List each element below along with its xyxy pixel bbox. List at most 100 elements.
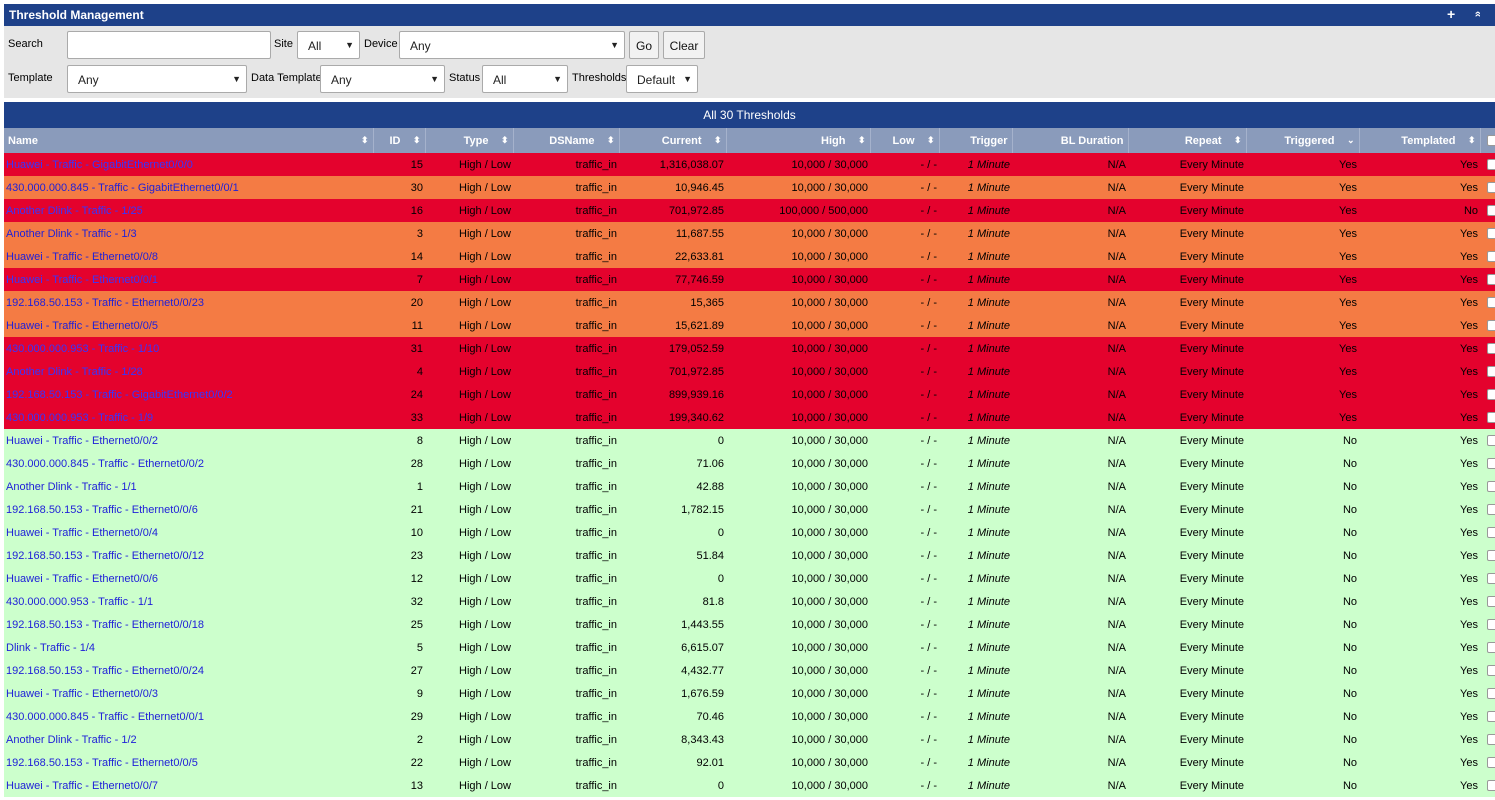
row-checkbox[interactable] bbox=[1487, 320, 1495, 332]
table-row[interactable]: Huawei - Traffic - Ethernet0/0/3 9 High / … bbox=[4, 682, 1495, 705]
threshold-link[interactable]: 192.168.50.153 - Traffic - Ethernet0/0/1… bbox=[6, 619, 204, 631]
threshold-link[interactable]: Another Dlink - Traffic - 1/2 bbox=[6, 734, 137, 746]
column-header-templated[interactable]: Templated ⬍ bbox=[1359, 128, 1481, 153]
table-row[interactable]: 192.168.50.153 - Traffic - Ethernet0/0/1… bbox=[4, 544, 1495, 567]
row-checkbox[interactable] bbox=[1487, 688, 1495, 700]
threshold-link[interactable]: 430.000.000.953 - Traffic - 1/9 bbox=[6, 412, 153, 424]
column-header-name[interactable]: Name ⬍ bbox=[4, 128, 374, 153]
row-checkbox[interactable] bbox=[1487, 205, 1495, 217]
row-checkbox[interactable] bbox=[1487, 734, 1495, 746]
threshold-link[interactable]: Huawei - Traffic - Ethernet0/0/5 bbox=[6, 320, 158, 332]
collapse-icon[interactable]: » bbox=[1472, 11, 1484, 17]
row-checkbox[interactable] bbox=[1487, 573, 1495, 585]
table-row[interactable]: 430.000.000.953 - Traffic - 1/1 32 High / … bbox=[4, 590, 1495, 613]
table-row[interactable]: Dlink - Traffic - 1/4 5 High / Low traffic_… bbox=[4, 636, 1495, 659]
table-row[interactable]: 430.000.000.953 - Traffic - 1/10 31 High /… bbox=[4, 337, 1495, 360]
row-checkbox[interactable] bbox=[1487, 389, 1495, 401]
row-checkbox[interactable] bbox=[1487, 435, 1495, 447]
table-row[interactable]: 430.000.000.953 - Traffic - 1/9 33 High / … bbox=[4, 406, 1495, 429]
row-checkbox[interactable] bbox=[1487, 619, 1495, 631]
column-header-current[interactable]: Current ⬍ bbox=[619, 128, 727, 153]
row-checkbox[interactable] bbox=[1487, 596, 1495, 608]
table-row[interactable]: 192.168.50.153 - Traffic - Ethernet0/0/1… bbox=[4, 613, 1495, 636]
row-checkbox[interactable] bbox=[1487, 274, 1495, 286]
clear-button[interactable]: Clear bbox=[663, 31, 705, 59]
row-checkbox[interactable] bbox=[1487, 228, 1495, 240]
column-header-triggered[interactable]: Triggered ⌄ bbox=[1246, 128, 1360, 153]
row-checkbox[interactable] bbox=[1487, 780, 1495, 792]
table-row[interactable]: 192.168.50.153 - Traffic - Ethernet0/0/2… bbox=[4, 659, 1495, 682]
row-checkbox[interactable] bbox=[1487, 665, 1495, 677]
row-checkbox[interactable] bbox=[1487, 642, 1495, 654]
threshold-link[interactable]: Huawei - Traffic - Ethernet0/0/4 bbox=[6, 527, 158, 539]
table-row[interactable]: Huawei - Traffic - Ethernet0/0/7 13 High /… bbox=[4, 774, 1495, 797]
threshold-link[interactable]: 430.000.000.953 - Traffic - 1/10 bbox=[6, 343, 159, 355]
threshold-link[interactable]: Dlink - Traffic - 1/4 bbox=[6, 642, 95, 654]
threshold-link[interactable]: Another Dlink - Traffic - 1/1 bbox=[6, 481, 137, 493]
row-checkbox[interactable] bbox=[1487, 343, 1495, 355]
threshold-link[interactable]: Huawei - Traffic - Ethernet0/0/3 bbox=[6, 688, 158, 700]
row-checkbox[interactable] bbox=[1487, 159, 1495, 171]
template-select[interactable]: Any ▼ bbox=[67, 65, 247, 93]
table-row[interactable]: 430.000.000.845 - Traffic - Ethernet0/0/… bbox=[4, 452, 1495, 475]
table-row[interactable]: Huawei - Traffic - Ethernet0/0/6 12 High /… bbox=[4, 567, 1495, 590]
search-input[interactable] bbox=[67, 31, 271, 59]
row-checkbox[interactable] bbox=[1487, 297, 1495, 309]
status-select[interactable]: All ▼ bbox=[482, 65, 568, 93]
column-header-repeat[interactable]: Repeat ⬍ bbox=[1128, 128, 1247, 153]
threshold-link[interactable]: Huawei - Traffic - Ethernet0/0/1 bbox=[6, 274, 158, 286]
threshold-link[interactable]: Huawei - Traffic - Ethernet0/0/7 bbox=[6, 780, 158, 792]
row-checkbox[interactable] bbox=[1487, 550, 1495, 562]
table-row[interactable]: Huawei - Traffic - Ethernet0/0/4 10 High /… bbox=[4, 521, 1495, 544]
table-row[interactable]: Another Dlink - Traffic - 1/25 16 High / L… bbox=[4, 199, 1495, 222]
row-checkbox[interactable] bbox=[1487, 527, 1495, 539]
row-checkbox[interactable] bbox=[1487, 458, 1495, 470]
threshold-link[interactable]: 430.000.000.953 - Traffic - 1/1 bbox=[6, 596, 153, 608]
thresholds-select[interactable]: Default ▼ bbox=[626, 65, 698, 93]
table-row[interactable]: Huawei - Traffic - GigabitEthernet0/0/0 1… bbox=[4, 153, 1495, 176]
threshold-link[interactable]: 430.000.000.845 - Traffic - Ethernet0/0/… bbox=[6, 458, 204, 470]
table-row[interactable]: 192.168.50.153 - Traffic - Ethernet0/0/5… bbox=[4, 751, 1495, 774]
column-header-type[interactable]: Type ⬍ bbox=[425, 128, 514, 153]
site-select[interactable]: All ▼ bbox=[297, 31, 360, 59]
table-row[interactable]: Another Dlink - Traffic - 1/28 4 High / Lo… bbox=[4, 360, 1495, 383]
table-row[interactable]: Huawei - Traffic - Ethernet0/0/5 11 High /… bbox=[4, 314, 1495, 337]
table-row[interactable]: 192.168.50.153 - Traffic - Ethernet0/0/2… bbox=[4, 291, 1495, 314]
go-button[interactable]: Go bbox=[629, 31, 659, 59]
table-row[interactable]: Huawei - Traffic - Ethernet0/0/1 7 High / … bbox=[4, 268, 1495, 291]
add-icon[interactable]: + bbox=[1447, 6, 1455, 22]
threshold-link[interactable]: Huawei - Traffic - GigabitEthernet0/0/0 bbox=[6, 159, 193, 171]
threshold-link[interactable]: 430.000.000.845 - Traffic - Ethernet0/0/… bbox=[6, 711, 204, 723]
row-checkbox[interactable] bbox=[1487, 366, 1495, 378]
table-row[interactable]: 192.168.50.153 - Traffic - GigabitEthern… bbox=[4, 383, 1495, 406]
table-row[interactable]: 430.000.000.845 - Traffic - Ethernet0/0/… bbox=[4, 705, 1495, 728]
threshold-link[interactable]: Another Dlink - Traffic - 1/3 bbox=[6, 228, 137, 240]
data-template-select[interactable]: Any ▼ bbox=[320, 65, 445, 93]
row-checkbox[interactable] bbox=[1487, 504, 1495, 516]
threshold-link[interactable]: Another Dlink - Traffic - 1/28 bbox=[6, 366, 143, 378]
threshold-link[interactable]: 192.168.50.153 - Traffic - Ethernet0/0/6 bbox=[6, 504, 198, 516]
table-row[interactable]: Huawei - Traffic - Ethernet0/0/8 14 High /… bbox=[4, 245, 1495, 268]
row-checkbox[interactable] bbox=[1487, 711, 1495, 723]
column-header-high[interactable]: High ⬍ bbox=[726, 128, 871, 153]
table-row[interactable]: 430.000.000.845 - Traffic - GigabitEther… bbox=[4, 176, 1495, 199]
threshold-link[interactable]: Another Dlink - Traffic - 1/25 bbox=[6, 205, 143, 217]
threshold-link[interactable]: 192.168.50.153 - Traffic - Ethernet0/0/2… bbox=[6, 665, 204, 677]
table-row[interactable]: Huawei - Traffic - Ethernet0/0/2 8 High / … bbox=[4, 429, 1495, 452]
threshold-link[interactable]: 192.168.50.153 - Traffic - Ethernet0/0/5 bbox=[6, 757, 198, 769]
threshold-link[interactable]: Huawei - Traffic - Ethernet0/0/8 bbox=[6, 251, 158, 263]
table-row[interactable]: 192.168.50.153 - Traffic - Ethernet0/0/6… bbox=[4, 498, 1495, 521]
column-header-dsname[interactable]: DSName ⬍ bbox=[513, 128, 620, 153]
table-row[interactable]: Another Dlink - Traffic - 1/1 1 High / Low… bbox=[4, 475, 1495, 498]
row-checkbox[interactable] bbox=[1487, 182, 1495, 194]
threshold-link[interactable]: 192.168.50.153 - Traffic - Ethernet0/0/2… bbox=[6, 297, 204, 309]
select-all-checkbox[interactable] bbox=[1487, 135, 1495, 147]
row-checkbox[interactable] bbox=[1487, 412, 1495, 424]
column-header-low[interactable]: Low ⬍ bbox=[870, 128, 940, 153]
row-checkbox[interactable] bbox=[1487, 481, 1495, 493]
table-row[interactable]: Another Dlink - Traffic - 1/2 2 High / Low… bbox=[4, 728, 1495, 751]
row-checkbox[interactable] bbox=[1487, 251, 1495, 263]
column-header-id[interactable]: ID ⬍ bbox=[373, 128, 426, 153]
threshold-link[interactable]: 430.000.000.845 - Traffic - GigabitEther… bbox=[6, 182, 239, 194]
threshold-link[interactable]: Huawei - Traffic - Ethernet0/0/6 bbox=[6, 573, 158, 585]
